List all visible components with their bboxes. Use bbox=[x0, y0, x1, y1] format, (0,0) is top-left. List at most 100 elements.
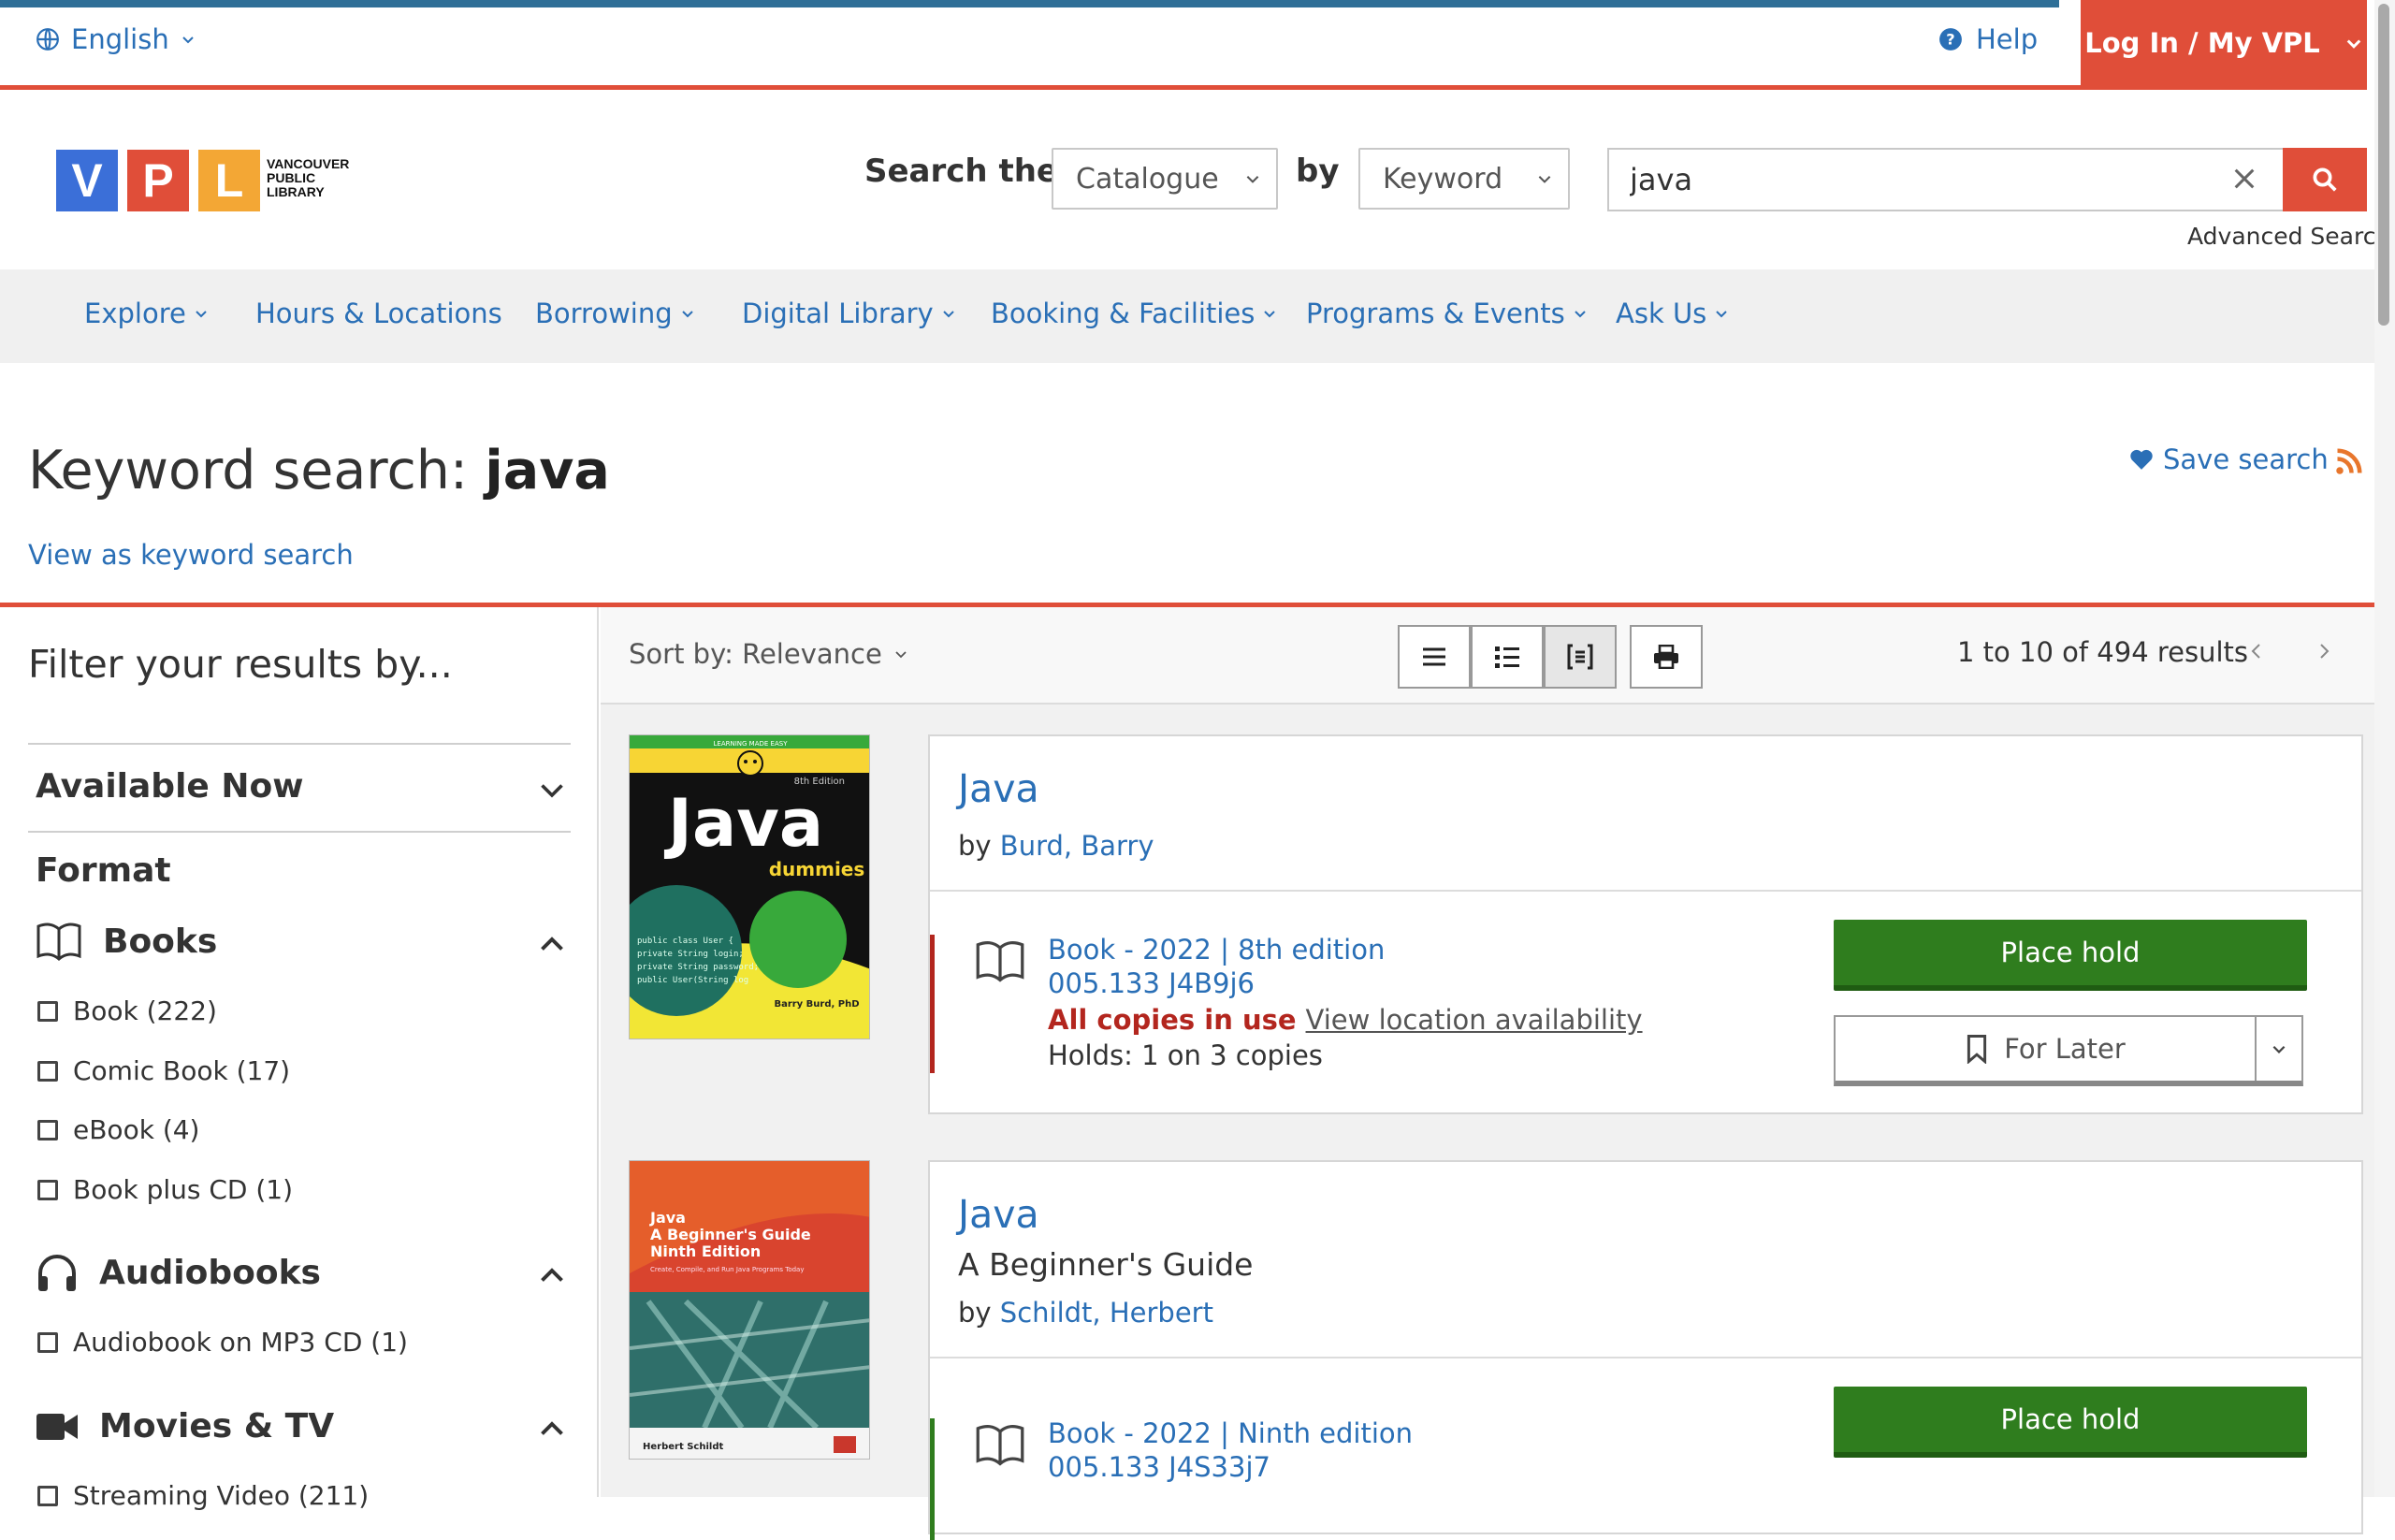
print-button[interactable] bbox=[1630, 625, 1703, 689]
availability-status: All copies in use View location availabil… bbox=[1048, 1004, 1643, 1036]
nav-borrowing[interactable]: Borrowing bbox=[535, 298, 695, 329]
view-location-link[interactable]: View location availability bbox=[1306, 1004, 1643, 1036]
place-hold-button[interactable]: Place hold bbox=[1834, 920, 2307, 991]
author-link[interactable]: Burd, Barry bbox=[1000, 830, 1154, 862]
help-label: Help bbox=[1976, 23, 2039, 55]
availability-indicator bbox=[930, 935, 935, 1073]
svg-text:Barry Burd, PhD: Barry Burd, PhD bbox=[774, 999, 859, 1010]
results-count: 1 to 10 of 494 results bbox=[1957, 636, 2249, 668]
language-selector[interactable]: English bbox=[36, 19, 196, 60]
filter-checkbox-streaming-video[interactable]: Streaming Video (211) bbox=[37, 1480, 369, 1511]
svg-text:Java: Java bbox=[664, 785, 823, 862]
for-later-button[interactable]: For Later bbox=[1834, 1015, 2303, 1086]
question-circle-icon: ? bbox=[1938, 27, 1963, 51]
search-label: Search the bbox=[864, 153, 1058, 190]
search-input[interactable] bbox=[1607, 148, 2283, 211]
card-divider bbox=[930, 1357, 2361, 1358]
filter-checkbox-ebook[interactable]: eBook (4) bbox=[37, 1114, 199, 1145]
place-hold-button[interactable]: Place hold bbox=[1834, 1387, 2307, 1458]
chevron-up-icon[interactable] bbox=[535, 928, 569, 962]
nav-booking-facilities[interactable]: Booking & Facilities bbox=[991, 298, 1277, 329]
for-later-dropdown[interactable] bbox=[2257, 1040, 2301, 1057]
logo-letter-v: V bbox=[56, 150, 118, 211]
book-icon bbox=[975, 938, 1025, 983]
svg-text:Java: Java bbox=[649, 1209, 686, 1227]
video-camera-icon bbox=[36, 1411, 79, 1443]
advanced-search-link[interactable]: Advanced Search bbox=[2187, 223, 2390, 250]
nav-programs-events[interactable]: Programs & Events bbox=[1306, 298, 1588, 329]
audiobooks-facet-header[interactable]: Audiobooks bbox=[36, 1252, 321, 1293]
result-title-link[interactable]: Java bbox=[958, 766, 1039, 811]
chevron-right-icon bbox=[2320, 644, 2330, 659]
previous-page-button[interactable] bbox=[2245, 640, 2268, 662]
chevron-down-icon bbox=[2344, 34, 2363, 52]
chevron-down-icon bbox=[181, 32, 196, 47]
chevron-down-icon[interactable] bbox=[535, 773, 569, 806]
header-red-rule bbox=[0, 85, 2367, 90]
help-link[interactable]: ? Help bbox=[1938, 19, 2038, 60]
page-title-prefix: Keyword search: bbox=[28, 440, 469, 501]
view-as-keyword-link[interactable]: View as keyword search bbox=[28, 539, 354, 571]
nav-ask-us[interactable]: Ask Us bbox=[1616, 298, 1729, 329]
search-type-select[interactable]: Keyword bbox=[1358, 148, 1570, 210]
vpl-logo[interactable]: V P L VANCOUVER PUBLIC LIBRARY bbox=[56, 150, 356, 211]
search-submit-button[interactable] bbox=[2283, 148, 2367, 211]
author-link[interactable]: Schildt, Herbert bbox=[1000, 1297, 1213, 1329]
nav-explore[interactable]: Explore bbox=[84, 298, 209, 329]
view-list-detail-button[interactable] bbox=[1471, 625, 1544, 689]
login-button[interactable]: Log In / My VPL bbox=[2081, 0, 2367, 86]
result-title-link[interactable]: Java bbox=[958, 1192, 1039, 1237]
card-divider bbox=[930, 890, 2361, 892]
clear-search-button[interactable] bbox=[2221, 155, 2268, 202]
login-label: Log In / My VPL bbox=[2084, 27, 2320, 59]
filter-checkbox-book[interactable]: Book (222) bbox=[37, 995, 217, 1026]
chevron-up-icon[interactable] bbox=[535, 1259, 569, 1293]
view-grid-button[interactable] bbox=[1544, 625, 1617, 689]
sort-label: Sort by: Relevance bbox=[629, 638, 882, 670]
filter-checkbox-book-plus-cd[interactable]: Book plus CD (1) bbox=[37, 1174, 293, 1205]
result-author: by Schildt, Herbert bbox=[958, 1297, 1213, 1329]
sort-select[interactable]: Sort by: Relevance bbox=[629, 638, 908, 670]
sidebar-divider bbox=[28, 831, 571, 833]
scrollbar-thumb[interactable] bbox=[2378, 4, 2389, 326]
search-type-value: Keyword bbox=[1383, 162, 1503, 196]
page-title: Keyword search: java bbox=[28, 440, 610, 501]
for-later-main[interactable]: For Later bbox=[1836, 1017, 2257, 1081]
svg-text:LEARNING MADE EASY: LEARNING MADE EASY bbox=[714, 740, 789, 748]
logo-letter-l: L bbox=[198, 150, 260, 211]
nav-hours-locations[interactable]: Hours & Locations bbox=[255, 298, 502, 329]
result-format-link[interactable]: Book - 2022 | Ninth edition bbox=[1048, 1417, 1413, 1450]
filter-checkbox-comic-book[interactable]: Comic Book (17) bbox=[37, 1055, 290, 1086]
rss-icon[interactable] bbox=[2335, 447, 2363, 475]
svg-text:Ninth Edition: Ninth Edition bbox=[650, 1242, 761, 1260]
for-later-label: For Later bbox=[2004, 1033, 2126, 1065]
chevron-up-icon[interactable] bbox=[535, 1413, 569, 1446]
top-accent-bar bbox=[0, 0, 2059, 7]
chevron-down-icon bbox=[681, 311, 693, 318]
svg-text:private String password;: private String password; bbox=[637, 963, 759, 972]
nav-digital-library[interactable]: Digital Library bbox=[742, 298, 956, 329]
result-cover-image[interactable]: Java A Beginner's Guide Ninth Edition Cr… bbox=[629, 1160, 870, 1460]
page-title-term: java bbox=[485, 440, 610, 501]
list-bullets-icon bbox=[1494, 646, 1520, 668]
books-facet-header[interactable]: Books bbox=[36, 921, 217, 962]
result-cover-image[interactable]: LEARNING MADE EASY 8th Edition Java dumm… bbox=[629, 734, 870, 1039]
search-scope-select[interactable]: Catalogue bbox=[1052, 148, 1278, 210]
result-format-link[interactable]: Book - 2022 | 8th edition bbox=[1048, 933, 1385, 966]
result-call-number: 005.133 J4B9j6 bbox=[1048, 967, 1255, 999]
result-call-number: 005.133 J4S33j7 bbox=[1048, 1451, 1270, 1483]
next-page-button[interactable] bbox=[2313, 640, 2335, 662]
svg-text:Create, Compile, and Run Java: Create, Compile, and Run Java Programs T… bbox=[650, 1266, 805, 1273]
book-icon bbox=[975, 1422, 1025, 1467]
view-list-compact-button[interactable] bbox=[1398, 625, 1471, 689]
movies-tv-facet-header[interactable]: Movies & TV bbox=[36, 1407, 334, 1446]
save-search-link[interactable]: Save search bbox=[2129, 443, 2329, 475]
availability-indicator bbox=[930, 1418, 935, 1540]
chevron-down-icon bbox=[2272, 1045, 2286, 1053]
list-card-icon bbox=[1567, 644, 1593, 670]
logo-wordmark: VANCOUVER PUBLIC LIBRARY bbox=[267, 156, 350, 199]
available-now-facet[interactable]: Available Now bbox=[36, 767, 304, 806]
svg-text:private String login;: private String login; bbox=[637, 950, 744, 959]
filter-checkbox-audiobook-mp3[interactable]: Audiobook on MP3 CD (1) bbox=[37, 1327, 408, 1358]
close-icon bbox=[2231, 166, 2257, 192]
